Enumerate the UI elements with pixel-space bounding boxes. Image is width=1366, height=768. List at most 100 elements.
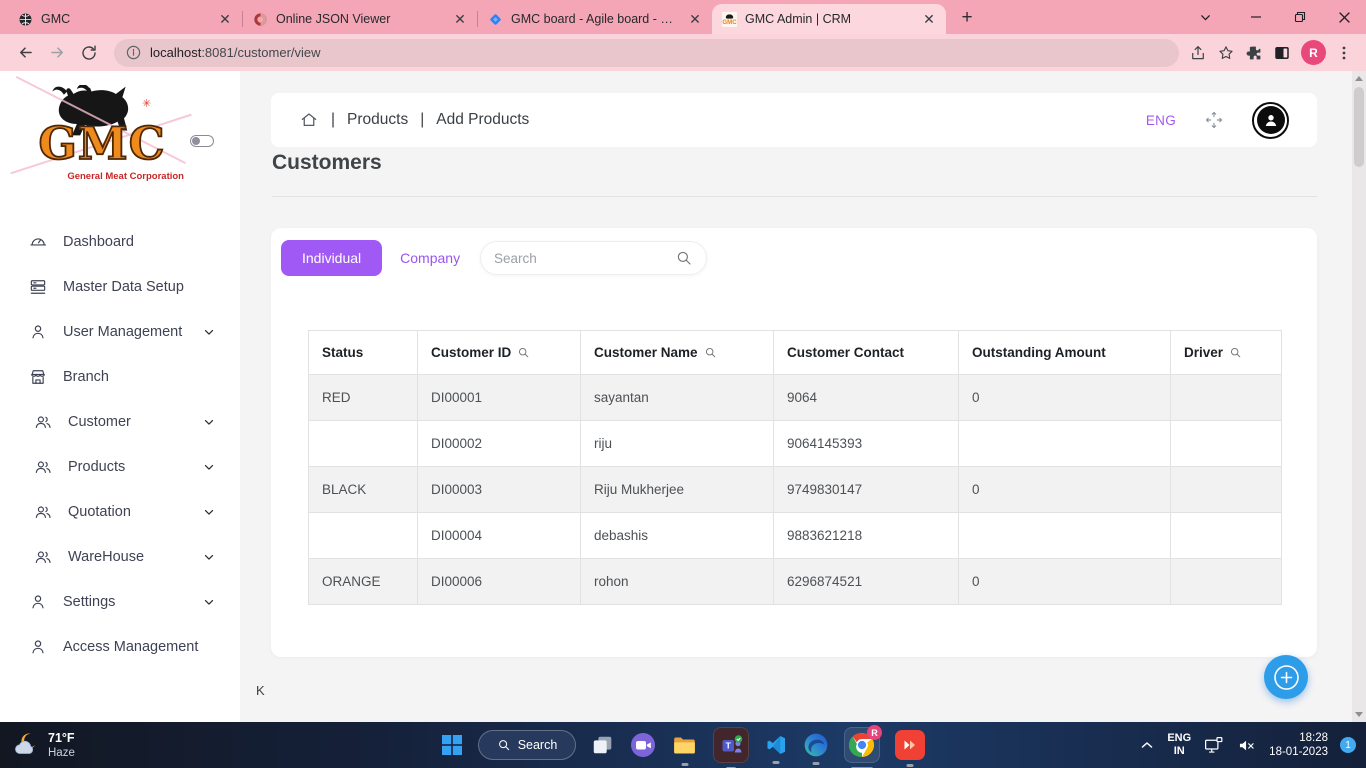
browser-tab-jira[interactable]: GMC board - Agile board - Jira ✕ — [478, 4, 712, 34]
tab-close-icon[interactable]: ✕ — [686, 10, 704, 28]
search-input[interactable] — [494, 251, 675, 266]
weather-condition: Haze — [48, 746, 75, 760]
customers-table: Status Customer ID Customer Name Custome… — [308, 330, 1282, 605]
network-icon[interactable] — [1203, 735, 1224, 756]
window-restore-button[interactable] — [1278, 0, 1322, 34]
column-search-icon[interactable] — [517, 346, 530, 359]
notification-count-badge[interactable]: 1 — [1340, 737, 1356, 753]
volume-muted-icon[interactable] — [1236, 735, 1257, 756]
home-icon[interactable] — [299, 110, 319, 130]
tray-clock[interactable]: 18:28 18-01-2023 — [1269, 731, 1328, 759]
browser-toolbar: localhost:8081/customer/view R — [0, 34, 1366, 71]
browser-menu-icon[interactable] — [1336, 45, 1352, 61]
tray-show-hidden-icons[interactable] — [1139, 737, 1155, 753]
sidebar-item-products[interactable]: Products — [0, 444, 240, 489]
chrome-profile-badge: R — [867, 725, 882, 740]
tab-close-icon[interactable]: ✕ — [451, 10, 469, 28]
table-cell — [959, 513, 1171, 559]
table-cell — [1171, 375, 1282, 421]
column-search-icon[interactable] — [1229, 346, 1242, 359]
sidebar-collapse-toggle[interactable] — [190, 135, 214, 147]
tab-close-icon[interactable]: ✕ — [216, 10, 234, 28]
share-icon[interactable] — [1189, 44, 1207, 62]
start-button[interactable] — [441, 734, 463, 756]
side-panel-icon[interactable] — [1273, 44, 1291, 62]
red-diamond-app-icon[interactable] — [895, 730, 925, 760]
scroll-up-icon[interactable] — [1355, 76, 1363, 81]
table-row[interactable]: DI00004debashis9883621218 — [309, 513, 1282, 559]
chat-video-icon[interactable] — [630, 732, 656, 758]
users-group-icon — [33, 412, 53, 432]
table-cell: riju — [581, 421, 774, 467]
customer-table-body: REDDI00001sayantan90640DI00002riju906414… — [309, 375, 1282, 605]
table-row[interactable]: BLACKDI00003Riju Mukherjee97498301470 — [309, 467, 1282, 513]
vscode-icon[interactable] — [764, 733, 788, 757]
sidebar-item-warehouse[interactable]: WareHouse — [0, 534, 240, 579]
forward-icon[interactable] — [42, 38, 72, 68]
sidebar-item-access-management[interactable]: Access Management — [0, 624, 240, 669]
tab-title: GMC — [41, 12, 208, 26]
address-bar[interactable]: localhost:8081/customer/view — [114, 39, 1179, 67]
column-search-icon[interactable] — [704, 346, 717, 359]
user-avatar-icon[interactable] — [1252, 102, 1289, 139]
tab-close-icon[interactable]: ✕ — [920, 10, 938, 28]
sidebar-nav: Dashboard Master Data Setup User Managem… — [0, 219, 240, 669]
tab-company[interactable]: Company — [400, 250, 460, 266]
table-cell — [1171, 467, 1282, 513]
user-icon — [28, 322, 48, 342]
sidebar-item-label: Access Management — [63, 639, 198, 655]
browser-tab-json-viewer[interactable]: Online JSON Viewer ✕ — [243, 4, 477, 34]
breadcrumb-products-link[interactable]: Products — [347, 111, 408, 129]
column-header-customer-id: Customer ID — [418, 331, 581, 375]
search-icon[interactable] — [675, 249, 693, 267]
weather-widget[interactable]: 71°F Haze — [10, 722, 75, 768]
back-icon[interactable] — [10, 38, 40, 68]
page-scrollbar[interactable] — [1352, 71, 1366, 722]
sidebar-item-settings[interactable]: Settings — [0, 579, 240, 624]
sidebar-item-user-management[interactable]: User Management — [0, 309, 240, 354]
bookmark-star-icon[interactable] — [1217, 44, 1235, 62]
sidebar-item-master-data-setup[interactable]: Master Data Setup — [0, 264, 240, 309]
table-cell: 6296874521 — [774, 559, 959, 605]
window-minimize-button[interactable] — [1234, 0, 1278, 34]
json-viewer-favicon-icon — [253, 12, 268, 27]
teams-icon[interactable]: T — [713, 727, 749, 763]
chrome-icon[interactable]: R — [844, 727, 880, 763]
edge-icon[interactable] — [803, 732, 829, 758]
sidebar-item-dashboard[interactable]: Dashboard — [0, 219, 240, 264]
table-cell: 9064 — [774, 375, 959, 421]
users-group-icon — [33, 547, 53, 567]
table-row[interactable]: ORANGEDI00006rohon62968745210 — [309, 559, 1282, 605]
reload-icon[interactable] — [74, 38, 104, 68]
move-arrows-icon[interactable] — [1204, 110, 1224, 130]
table-cell: DI00003 — [418, 467, 581, 513]
file-explorer-icon[interactable] — [671, 732, 698, 759]
tab-search-chevron-icon[interactable] — [1190, 0, 1220, 34]
taskbar-search[interactable]: Search — [478, 730, 576, 760]
table-row[interactable]: DI00002riju9064145393 — [309, 421, 1282, 467]
page-title: Customers — [272, 151, 382, 175]
weather-temp: 71°F — [48, 731, 75, 746]
tray-language[interactable]: ENG IN — [1167, 732, 1191, 758]
new-tab-button[interactable]: + — [954, 5, 980, 31]
language-selector[interactable]: ENG — [1146, 113, 1176, 128]
add-customer-fab-button[interactable] — [1264, 655, 1308, 699]
window-close-button[interactable] — [1322, 0, 1366, 34]
site-info-icon[interactable] — [126, 45, 141, 60]
browser-profile-avatar[interactable]: R — [1301, 40, 1326, 65]
breadcrumb-add-products-link[interactable]: Add Products — [436, 111, 529, 129]
sidebar-item-customer[interactable]: Customer — [0, 399, 240, 444]
tab-individual[interactable]: Individual — [281, 240, 382, 276]
table-row[interactable]: REDDI00001sayantan90640 — [309, 375, 1282, 421]
user-icon — [28, 637, 48, 657]
scrollbar-thumb[interactable] — [1354, 87, 1364, 167]
extensions-puzzle-icon[interactable] — [1245, 44, 1263, 62]
scroll-down-icon[interactable] — [1355, 712, 1363, 717]
sidebar-item-branch[interactable]: Branch — [0, 354, 240, 399]
task-view-icon[interactable] — [591, 733, 615, 757]
browser-tab-gmc[interactable]: GMC ✕ — [8, 4, 242, 34]
table-cell: Riju Mukherjee — [581, 467, 774, 513]
sidebar-item-quotation[interactable]: Quotation — [0, 489, 240, 534]
table-cell — [959, 421, 1171, 467]
browser-tab-gmc-admin-active[interactable]: GMC GMC Admin | CRM ✕ — [712, 4, 946, 34]
